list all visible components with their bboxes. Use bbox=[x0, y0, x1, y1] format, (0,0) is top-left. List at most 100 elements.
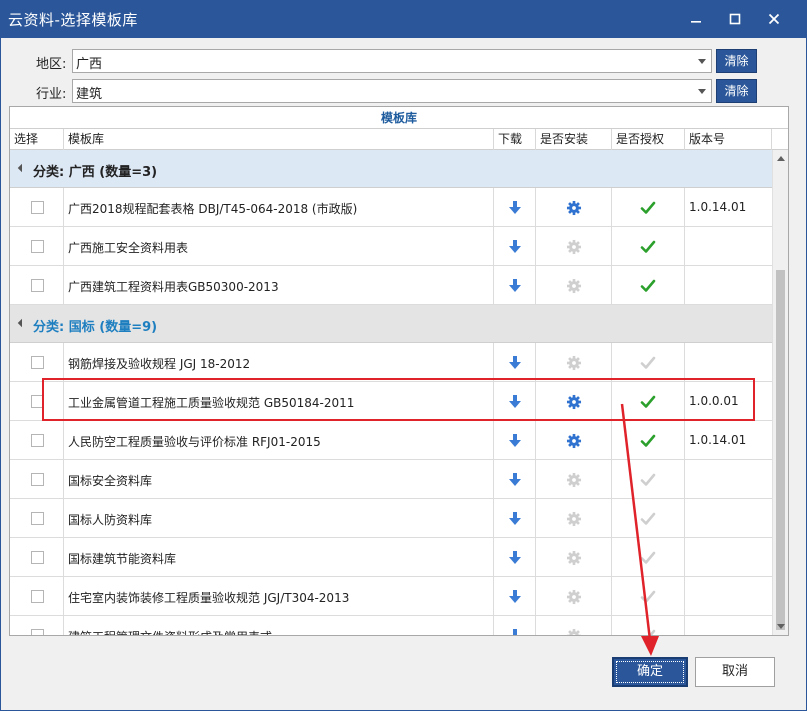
region-combo[interactable]: 广西 bbox=[72, 49, 712, 73]
row-checkbox[interactable] bbox=[31, 279, 44, 292]
select-cell bbox=[10, 227, 64, 266]
table-row[interactable]: 建筑工程管理文件资料形成及常用表式 bbox=[10, 616, 772, 637]
download-arrow-icon[interactable] bbox=[508, 200, 521, 215]
col-select-header[interactable]: 选择 bbox=[10, 129, 64, 150]
select-cell bbox=[10, 382, 64, 421]
row-checkbox[interactable] bbox=[31, 201, 44, 214]
installed-cell bbox=[536, 188, 612, 227]
authorized-cell bbox=[612, 266, 685, 305]
vertical-scrollbar[interactable] bbox=[772, 150, 788, 635]
ok-button[interactable]: 确定 bbox=[612, 657, 688, 687]
name-cell: 广西施工安全资料用表 bbox=[64, 227, 494, 266]
row-checkbox[interactable] bbox=[31, 590, 44, 603]
col-authorized-header[interactable]: 是否授权 bbox=[612, 129, 685, 150]
checkmark-icon bbox=[640, 279, 656, 292]
download-arrow-icon[interactable] bbox=[508, 628, 521, 637]
grid-caption: 模板库 bbox=[10, 107, 788, 129]
gear-icon[interactable] bbox=[566, 278, 581, 293]
table-row[interactable]: 钢筋焊接及验收规程 JGJ 18-2012 bbox=[10, 343, 772, 382]
download-arrow-icon[interactable] bbox=[508, 550, 521, 565]
select-cell bbox=[10, 499, 64, 538]
col-name-header[interactable]: 模板库 bbox=[64, 129, 494, 150]
gear-icon[interactable] bbox=[566, 472, 581, 487]
download-arrow-icon[interactable] bbox=[508, 394, 521, 409]
checkmark-icon bbox=[640, 395, 656, 408]
gear-icon[interactable] bbox=[566, 628, 581, 636]
authorized-cell bbox=[612, 227, 685, 266]
gear-icon[interactable] bbox=[566, 239, 581, 254]
row-checkbox[interactable] bbox=[31, 551, 44, 564]
template-name: 住宅室内装饰装修工程质量验收规范 JGJ/T304-2013 bbox=[68, 591, 350, 605]
version-cell: 1.0.14.01 bbox=[685, 188, 772, 227]
installed-cell bbox=[536, 266, 612, 305]
gear-icon[interactable] bbox=[566, 355, 581, 370]
gear-icon[interactable] bbox=[566, 433, 581, 448]
scroll-thumb[interactable] bbox=[776, 270, 785, 630]
download-cell bbox=[494, 227, 536, 266]
table-row[interactable]: 广西2018规程配套表格 DBJ/T45-064-2018 (市政版) 1.0.1… bbox=[10, 188, 772, 227]
name-cell: 人民防空工程质量验收与评价标准 RFJ01-2015 bbox=[64, 421, 494, 460]
installed-cell bbox=[536, 227, 612, 266]
download-arrow-icon[interactable] bbox=[508, 433, 521, 448]
maximize-button[interactable] bbox=[722, 7, 748, 31]
template-name: 广西2018规程配套表格 DBJ/T45-064-2018 (市政版) bbox=[68, 202, 358, 216]
industry-combo[interactable]: 建筑 bbox=[72, 79, 712, 103]
row-checkbox[interactable] bbox=[31, 434, 44, 447]
select-cell bbox=[10, 266, 64, 305]
scroll-down-icon[interactable] bbox=[777, 624, 785, 629]
col-download-header[interactable]: 下载 bbox=[494, 129, 536, 150]
minimize-button[interactable] bbox=[683, 7, 709, 31]
download-cell bbox=[494, 266, 536, 305]
authorized-cell bbox=[612, 382, 685, 421]
col-version-header[interactable]: 版本号 bbox=[685, 129, 772, 150]
authorized-cell bbox=[612, 460, 685, 499]
name-cell: 钢筋焊接及验收规程 JGJ 18-2012 bbox=[64, 343, 494, 382]
row-checkbox[interactable] bbox=[31, 512, 44, 525]
download-arrow-icon[interactable] bbox=[508, 589, 521, 604]
template-name: 钢筋焊接及验收规程 JGJ 18-2012 bbox=[68, 357, 251, 371]
table-row[interactable]: 人民防空工程质量验收与评价标准 RFJ01-2015 1.0.14.01 bbox=[10, 421, 772, 460]
checkmark-icon bbox=[640, 434, 656, 447]
close-button[interactable] bbox=[761, 7, 787, 31]
name-cell: 国标安全资料库 bbox=[64, 460, 494, 499]
table-row[interactable]: 广西施工安全资料用表 bbox=[10, 227, 772, 266]
row-checkbox[interactable] bbox=[31, 356, 44, 369]
table-row[interactable]: 国标安全资料库 bbox=[10, 460, 772, 499]
download-arrow-icon[interactable] bbox=[508, 472, 521, 487]
download-arrow-icon[interactable] bbox=[508, 239, 521, 254]
template-name: 广西建筑工程资料用表GB50300-2013 bbox=[68, 280, 279, 294]
authorized-cell bbox=[612, 421, 685, 460]
name-cell: 国标人防资料库 bbox=[64, 499, 494, 538]
installed-cell bbox=[536, 382, 612, 421]
col-installed-header[interactable]: 是否安装 bbox=[536, 129, 612, 150]
gear-icon[interactable] bbox=[566, 511, 581, 526]
gear-icon[interactable] bbox=[566, 589, 581, 604]
table-row[interactable]: 工业金属管道工程施工质量验收规范 GB50184-2011 1.0.0.01 bbox=[10, 382, 772, 421]
cancel-button[interactable]: 取消 bbox=[695, 657, 775, 687]
scroll-up-icon[interactable] bbox=[777, 156, 785, 161]
collapse-triangle-icon[interactable] bbox=[17, 318, 27, 328]
gear-icon[interactable] bbox=[566, 550, 581, 565]
checkmark-icon bbox=[640, 551, 656, 564]
table-row[interactable]: 广西建筑工程资料用表GB50300-2013 bbox=[10, 266, 772, 305]
table-row[interactable]: 国标建筑节能资料库 bbox=[10, 538, 772, 577]
download-arrow-icon[interactable] bbox=[508, 278, 521, 293]
group-header-row[interactable]: 分类: 国标 (数量=9) bbox=[10, 305, 772, 343]
gear-icon[interactable] bbox=[566, 394, 581, 409]
maximize-icon bbox=[729, 13, 741, 25]
gear-icon[interactable] bbox=[566, 200, 581, 215]
row-checkbox[interactable] bbox=[31, 629, 44, 635]
group-header-row[interactable]: 分类: 广西 (数量=3) bbox=[10, 150, 772, 188]
download-arrow-icon[interactable] bbox=[508, 511, 521, 526]
collapse-triangle-icon[interactable] bbox=[17, 163, 27, 173]
table-row[interactable]: 国标人防资料库 bbox=[10, 499, 772, 538]
name-cell: 国标建筑节能资料库 bbox=[64, 538, 494, 577]
row-checkbox[interactable] bbox=[31, 240, 44, 253]
download-arrow-icon[interactable] bbox=[508, 355, 521, 370]
row-checkbox[interactable] bbox=[31, 395, 44, 408]
region-clear-button[interactable]: 清除 bbox=[716, 49, 757, 73]
industry-clear-button[interactable]: 清除 bbox=[716, 79, 757, 103]
name-cell: 广西建筑工程资料用表GB50300-2013 bbox=[64, 266, 494, 305]
row-checkbox[interactable] bbox=[31, 473, 44, 486]
table-row[interactable]: 住宅室内装饰装修工程质量验收规范 JGJ/T304-2013 bbox=[10, 577, 772, 616]
